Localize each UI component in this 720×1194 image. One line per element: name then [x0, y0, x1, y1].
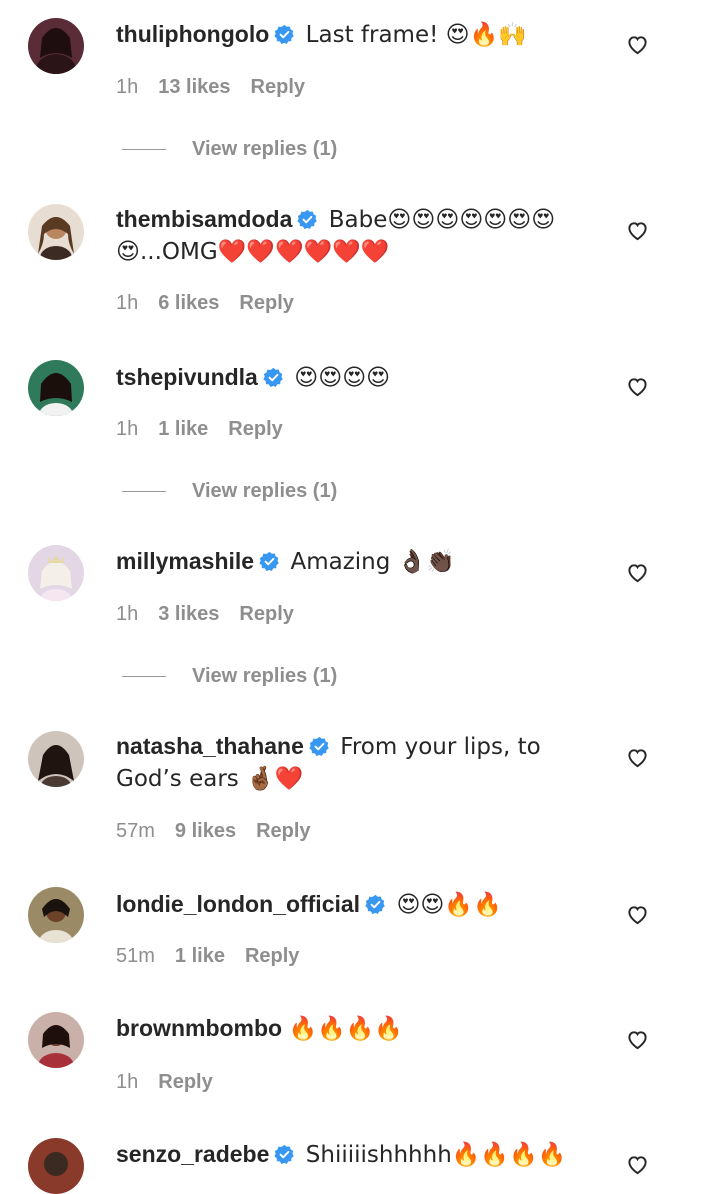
heart-outline-icon[interactable] — [626, 1153, 649, 1176]
avatar[interactable] — [28, 18, 84, 74]
verified-badge-icon — [297, 209, 318, 230]
comment-meta: 1h 3 likes Reply — [116, 603, 294, 626]
reply-button[interactable]: Reply — [158, 1071, 212, 1093]
view-replies-button[interactable]: View replies (1) — [122, 138, 337, 161]
comment-time: 1h — [116, 292, 139, 314]
username[interactable]: londie_london_official — [116, 891, 360, 917]
likes-count[interactable]: 9 likes — [175, 820, 236, 842]
likes-count[interactable]: 3 likes — [158, 603, 219, 625]
username[interactable]: millymashile — [116, 548, 254, 574]
username[interactable]: brownmbombo — [116, 1015, 282, 1041]
comment-meta: 51m 1 like Reply — [116, 945, 299, 968]
heart-outline-icon[interactable] — [626, 219, 649, 242]
username[interactable]: tshepivundla — [116, 364, 258, 390]
comment-time: 1h — [116, 1071, 139, 1093]
likes-count[interactable]: 13 likes — [158, 76, 230, 98]
comment-text: natasha_thahane From your lips, to God’s… — [116, 731, 606, 795]
verified-badge-icon — [274, 24, 295, 45]
comment-time: 51m — [116, 945, 155, 967]
username[interactable]: senzo_radebe — [116, 1141, 269, 1167]
view-replies-label: View replies (1) — [192, 480, 338, 502]
view-replies-label: View replies (1) — [192, 665, 338, 687]
username[interactable]: thembisamdoda — [116, 206, 292, 232]
avatar[interactable] — [28, 360, 84, 416]
reply-button[interactable]: Reply — [251, 76, 305, 98]
comment-text: thuliphongolo Last frame! 😍🔥🙌 — [116, 19, 606, 51]
username[interactable]: natasha_thahane — [116, 733, 304, 759]
heart-outline-icon[interactable] — [626, 746, 649, 769]
heart-outline-icon[interactable] — [626, 1028, 649, 1051]
comment-body: 😍😍😍😍 — [294, 365, 391, 391]
comment-body: 😍😍🔥🔥 — [396, 892, 502, 918]
heart-outline-icon[interactable] — [626, 33, 649, 56]
comment-meta: 1h 6 likes Reply — [116, 292, 294, 315]
verified-badge-icon — [274, 1144, 295, 1165]
likes-count[interactable]: 6 likes — [158, 292, 219, 314]
heart-outline-icon[interactable] — [626, 561, 649, 584]
reply-button[interactable]: Reply — [228, 418, 282, 440]
comment-time: 1h — [116, 603, 139, 625]
comment-meta: 1h 13 likes Reply — [116, 76, 305, 99]
avatar[interactable] — [28, 1012, 84, 1068]
comment-text: millymashile Amazing 👌🏿👏🏿 — [116, 546, 606, 578]
comment-text: tshepivundla 😍😍😍😍 — [116, 362, 606, 394]
view-replies-button[interactable]: View replies (1) — [122, 480, 337, 503]
verified-badge-icon — [365, 894, 386, 915]
reply-button[interactable]: Reply — [239, 292, 293, 314]
verified-badge-icon — [259, 551, 280, 572]
comment-text: londie_london_official 😍😍🔥🔥 — [116, 889, 606, 921]
comment-time: 1h — [116, 418, 139, 440]
comment-body: Amazing 👌🏿👏🏿 — [290, 549, 455, 575]
comment-body: 🔥🔥🔥🔥 — [288, 1016, 404, 1042]
reply-button[interactable]: Reply — [245, 945, 299, 967]
reply-button[interactable]: Reply — [256, 820, 310, 842]
likes-count[interactable]: 1 like — [175, 945, 225, 967]
comment-body: Shiiiiishhhhh🔥🔥🔥🔥 — [305, 1142, 567, 1168]
comment-body: Last frame! 😍🔥🙌 — [305, 22, 527, 48]
verified-badge-icon — [309, 736, 330, 757]
comment-text: brownmbombo 🔥🔥🔥🔥 — [116, 1013, 606, 1045]
comment-text: senzo_radebe Shiiiiishhhhh🔥🔥🔥🔥 — [116, 1139, 606, 1171]
comment-meta: 57m 9 likes Reply — [116, 820, 311, 843]
reply-button[interactable]: Reply — [239, 603, 293, 625]
replies-divider — [122, 149, 166, 151]
heart-outline-icon[interactable] — [626, 375, 649, 398]
username[interactable]: thuliphongolo — [116, 21, 269, 47]
heart-outline-icon[interactable] — [626, 903, 649, 926]
avatar[interactable] — [28, 1138, 84, 1194]
view-replies-button[interactable]: View replies (1) — [122, 665, 337, 688]
likes-count[interactable]: 1 like — [158, 418, 208, 440]
replies-divider — [122, 676, 166, 678]
view-replies-label: View replies (1) — [192, 138, 338, 160]
comment-time: 1h — [116, 76, 139, 98]
avatar[interactable] — [28, 545, 84, 601]
verified-badge-icon — [263, 367, 284, 388]
avatar[interactable] — [28, 887, 84, 943]
comment-time: 57m — [116, 820, 155, 842]
avatar[interactable] — [28, 731, 84, 787]
replies-divider — [122, 491, 166, 493]
avatar[interactable] — [28, 204, 84, 260]
comment-meta: 1h 1 like Reply — [116, 418, 283, 441]
comment-meta: 1h Reply — [116, 1071, 213, 1094]
comment-text: thembisamdoda Babe😍😍😍😍😍😍😍😍...OMG❤️❤️❤️❤️… — [116, 204, 606, 268]
